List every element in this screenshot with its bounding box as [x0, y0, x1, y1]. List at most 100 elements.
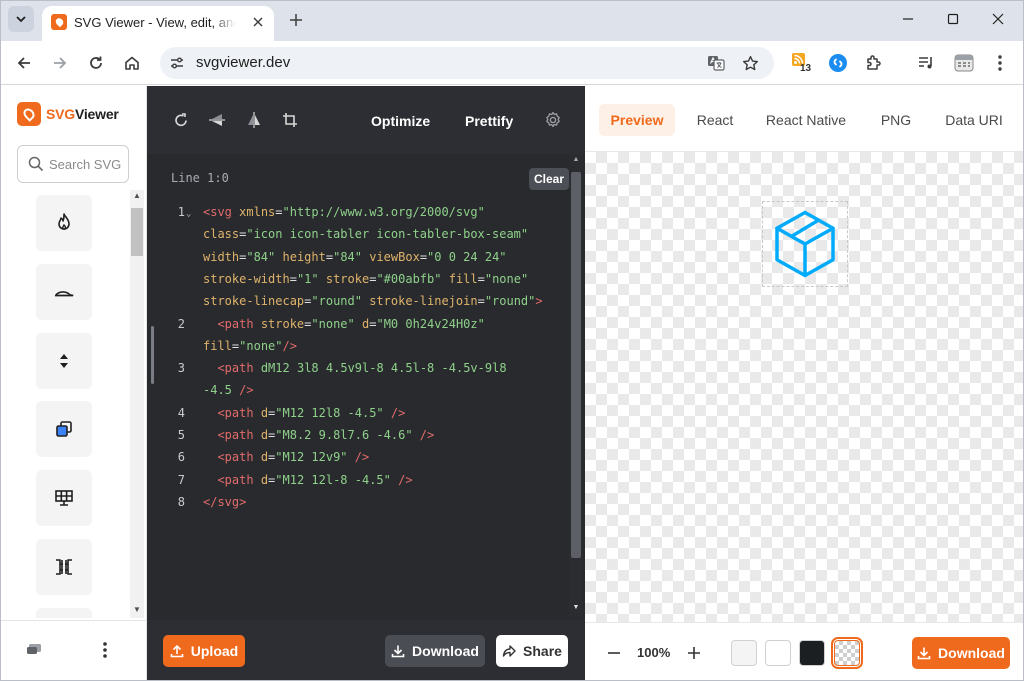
code-line[interactable]: -4.5 />: [147, 383, 567, 405]
prettify-button[interactable]: Prettify: [465, 113, 513, 129]
site-info-icon[interactable]: [168, 54, 186, 72]
plus-icon: [688, 647, 700, 659]
new-tab-button[interactable]: [284, 8, 308, 32]
icon-tile-fire[interactable]: [36, 195, 92, 251]
flip-vertical-button[interactable]: [244, 110, 264, 130]
back-button[interactable]: [10, 49, 38, 77]
icon-tile-partial[interactable]: [36, 608, 92, 618]
translate-icon[interactable]: [706, 53, 726, 73]
code-text: <path d="M8.2 9.8l7.6 -4.6" />: [217, 428, 435, 442]
code-text: stroke-linecap="round" stroke-linejoin="…: [203, 294, 543, 309]
code-line[interactable]: 8 </svg>: [147, 495, 567, 517]
maximize-button[interactable]: [931, 4, 975, 34]
code-line[interactable]: stroke-linecap="round" stroke-linejoin="…: [147, 294, 567, 316]
preview-canvas[interactable]: [585, 152, 1024, 622]
zoom-in-button[interactable]: [683, 641, 705, 665]
background-dark-swatch[interactable]: [799, 640, 825, 666]
icon-tile-table[interactable]: [36, 470, 92, 526]
download-image-button[interactable]: Download: [912, 637, 1010, 669]
rss-extension-icon[interactable]: 13: [790, 51, 814, 75]
rotate-button[interactable]: [171, 110, 191, 130]
more-vertical-icon[interactable]: [96, 639, 114, 661]
code-line[interactable]: 1 ⌄ <svg xmlns="http://www.w3.org/2000/svg…: [147, 205, 567, 227]
line-number: 7: [177, 472, 185, 487]
code-line[interactable]: 4 <path d="M12 12l8 -4.5" />: [147, 406, 567, 428]
profile-avatar-icon[interactable]: [952, 51, 976, 75]
media-control-icon[interactable]: [914, 51, 938, 75]
tab-close-button[interactable]: [248, 12, 268, 32]
tab-data-uri[interactable]: Data URI: [941, 104, 1007, 136]
chat-icon[interactable]: [26, 643, 42, 657]
code-line[interactable]: 2 <path stroke="none" d="M0 0h24v24H0z": [147, 317, 567, 339]
fold-chevron-icon[interactable]: ⌄: [186, 209, 191, 219]
bookmark-star-icon[interactable]: [740, 52, 760, 74]
line-number: 4: [177, 405, 185, 420]
scroll-up-arrow-icon[interactable]: ▲: [571, 156, 581, 166]
arrow-right-icon: [54, 57, 67, 69]
line-number: 1: [177, 205, 185, 219]
code-line[interactable]: fill="none"/>: [147, 339, 567, 361]
search-box[interactable]: [17, 145, 129, 183]
scroll-down-arrow-icon[interactable]: ▼: [571, 604, 581, 614]
browser-toolbar: svgviewer.dev 13: [0, 41, 1024, 85]
code-line[interactable]: stroke-width="1" stroke="#00abfb" fill="…: [147, 272, 567, 294]
reload-button[interactable]: [82, 49, 110, 77]
line-number: 3: [177, 361, 185, 376]
search-input[interactable]: [49, 155, 127, 173]
share-button[interactable]: Share: [496, 635, 568, 667]
background-white-swatch[interactable]: [765, 640, 791, 666]
home-button[interactable]: [118, 49, 146, 77]
background-light-gray-swatch[interactable]: [731, 640, 757, 666]
browser-menu-icon[interactable]: [988, 51, 1012, 75]
box-seam-icon: [775, 210, 835, 278]
search-icon: [28, 156, 44, 172]
logo-text-suffix: Viewer: [74, 106, 119, 122]
flip-horizontal-button[interactable]: [207, 110, 227, 130]
code-line[interactable]: width="84" height="84" viewBox="0 0 24 2…: [147, 250, 567, 272]
cap-icon: [55, 291, 74, 297]
icon-tile-layers[interactable]: [36, 401, 92, 457]
address-bar[interactable]: svgviewer.dev: [160, 47, 774, 79]
table-icon: [55, 490, 73, 506]
line-number: 5: [177, 428, 185, 442]
tab-react[interactable]: React: [685, 104, 745, 136]
scroll-up-arrow-icon[interactable]: ▲: [131, 190, 143, 202]
background-transparent-swatch[interactable]: [831, 637, 863, 669]
active-tab[interactable]: SVG Viewer - View, edit, and optimize SV…: [42, 6, 274, 41]
icon-tile-sort[interactable]: [36, 333, 92, 389]
code-line[interactable]: 7 <path d="M12 12l-8 -4.5" />: [147, 473, 567, 495]
scroll-down-arrow-icon[interactable]: ▼: [131, 604, 143, 616]
zoom-level: 100%: [637, 645, 671, 660]
maximize-icon: [947, 13, 959, 25]
code-line[interactable]: 3 <path dM12 3l8 4.5v9l-8 4.5l-8 -4.5v-9…: [147, 361, 567, 383]
sidebar-scroll-thumb[interactable]: [131, 208, 143, 256]
tab-preview[interactable]: Preview: [599, 104, 675, 136]
extensions-puzzle-icon[interactable]: [862, 51, 886, 75]
code-line[interactable]: class="icon icon-tabler icon-tabler-box-…: [147, 227, 567, 249]
icon-tile-cap[interactable]: [36, 264, 92, 320]
settings-button[interactable]: [543, 110, 563, 130]
zoom-out-button[interactable]: [603, 641, 625, 665]
code-text: <path d="M12 12v9" />: [217, 450, 370, 465]
minus-icon: [608, 652, 620, 654]
code-line[interactable]: 6 <path d="M12 12v9" />: [147, 450, 567, 472]
tab-search-button[interactable]: [8, 6, 34, 32]
icon-tile-layout[interactable]: [36, 539, 92, 595]
tab-png[interactable]: PNG: [867, 104, 925, 136]
tab-react-native[interactable]: React Native: [761, 104, 851, 136]
minimize-button[interactable]: [886, 4, 930, 34]
optimize-button[interactable]: Optimize: [371, 113, 430, 129]
code-line[interactable]: 5 <path d="M8.2 9.8l7.6 -4.6" />: [147, 428, 567, 450]
upload-label: Upload: [190, 643, 239, 659]
share-label: Share: [523, 643, 562, 659]
app-logo[interactable]: SVGViewer: [17, 102, 119, 126]
preview-panel: Preview React React Native PNG Data URI …: [585, 86, 1024, 681]
shazam-extension-icon[interactable]: [826, 51, 850, 75]
download-svg-button[interactable]: Download: [385, 635, 485, 667]
editor-scroll-thumb[interactable]: [571, 172, 581, 558]
clear-button[interactable]: Clear: [529, 168, 569, 190]
crop-button[interactable]: [280, 110, 300, 130]
forward-button[interactable]: [46, 49, 74, 77]
upload-button[interactable]: Upload: [163, 635, 245, 667]
close-window-button[interactable]: [976, 4, 1020, 34]
